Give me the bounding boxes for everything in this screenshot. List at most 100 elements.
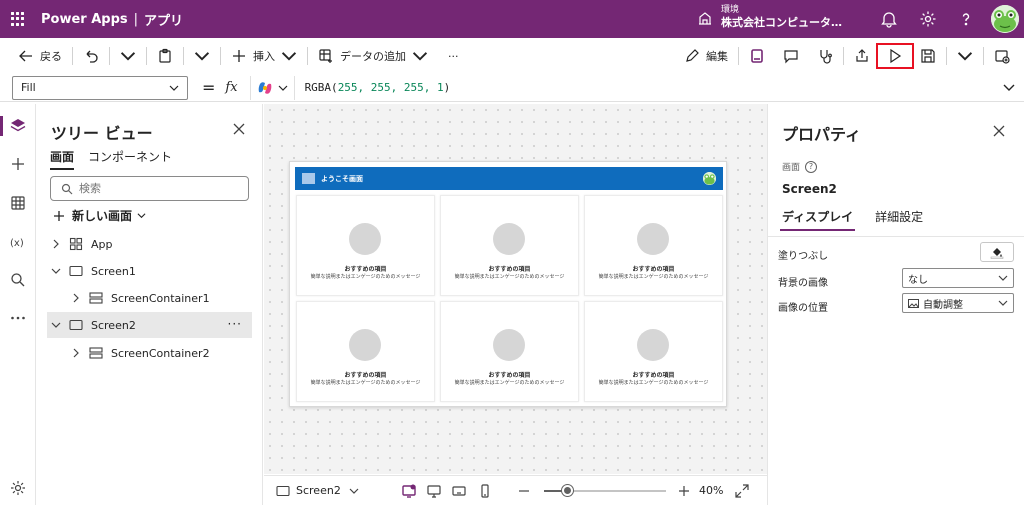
- chevron-down-icon: [349, 488, 359, 494]
- close-icon[interactable]: [233, 123, 245, 135]
- feature-card[interactable]: おすすめの項目 簡単な説明またはエンゲージのためのメッセージ: [584, 195, 723, 296]
- environment-picker[interactable]: 環境 株式会社コンピュータ…: [697, 5, 842, 30]
- undo-dropdown[interactable]: [114, 42, 142, 70]
- notification-bell-icon[interactable]: [880, 10, 898, 28]
- gear-icon[interactable]: [9, 479, 27, 497]
- layers-icon[interactable]: [9, 117, 27, 135]
- new-screen-label: 新しい画面: [72, 209, 133, 223]
- add-data-button[interactable]: データの追加: [312, 42, 434, 70]
- user-avatar[interactable]: [991, 5, 1019, 33]
- zoom-slider-handle[interactable]: [562, 485, 573, 496]
- app-checker-button[interactable]: [743, 42, 771, 70]
- chevron-down-icon: [998, 275, 1008, 281]
- plus-icon[interactable]: [9, 155, 27, 173]
- paint-bucket-icon: [990, 248, 1004, 259]
- card-subtitle: 簡単な説明またはエンゲージのためのメッセージ: [310, 274, 421, 280]
- preview-play-button[interactable]: [876, 43, 914, 69]
- more-commands-button[interactable]: ···: [442, 42, 465, 70]
- comment-icon: [784, 50, 798, 64]
- feature-card[interactable]: おすすめの項目 簡単な説明またはエンゲージのためのメッセージ: [440, 195, 579, 296]
- paste-button[interactable]: [151, 42, 179, 70]
- image-placeholder-icon: [302, 173, 315, 184]
- copilot-button[interactable]: [249, 75, 295, 100]
- chevron-down-icon[interactable]: [51, 266, 61, 276]
- tree-node-screencontainer2[interactable]: ScreenContainer2: [71, 340, 251, 366]
- more-icon[interactable]: [9, 309, 27, 327]
- save-button[interactable]: [914, 42, 942, 70]
- zoom-in-icon[interactable]: [676, 483, 692, 499]
- node-more-button[interactable]: ···: [228, 317, 242, 331]
- share-button[interactable]: [848, 42, 876, 70]
- close-icon[interactable]: [993, 125, 1005, 137]
- insert-button[interactable]: 挿入: [225, 42, 303, 70]
- chevron-down-icon[interactable]: [51, 320, 61, 330]
- back-button[interactable]: 戻る: [12, 42, 68, 70]
- health-check-button[interactable]: [811, 42, 839, 70]
- image-position-label: 画像の位置: [778, 303, 828, 314]
- tab-components[interactable]: コンポーネント: [88, 148, 172, 170]
- paste-dropdown[interactable]: [188, 42, 216, 70]
- tree-node-screen1[interactable]: Screen1: [51, 258, 251, 284]
- feature-card[interactable]: おすすめの項目 簡単な説明またはエンゲージのためのメッセージ: [440, 301, 579, 402]
- stethoscope-icon: [820, 50, 832, 64]
- design-canvas[interactable]: ようこそ画面 おすすめの項目 簡単な説明またはエンゲージのためのメッセージ おす…: [264, 104, 767, 474]
- tree-tabs: 画面 コンポーネント: [50, 148, 186, 170]
- card-subtitle: 簡単な説明またはエンゲージのためのメッセージ: [598, 380, 709, 386]
- undo-button[interactable]: [77, 42, 105, 70]
- tree-node-screencontainer1[interactable]: ScreenContainer1: [71, 285, 251, 311]
- publish-button[interactable]: [988, 42, 1016, 70]
- feature-card[interactable]: おすすめの項目 簡単な説明またはエンゲージのためのメッセージ: [584, 301, 723, 402]
- app-title[interactable]: アプリ: [144, 10, 183, 29]
- feature-card[interactable]: おすすめの項目 簡単な説明またはエンゲージのためのメッセージ: [296, 301, 435, 402]
- property-dropdown[interactable]: Fill: [12, 75, 188, 100]
- tab-advanced[interactable]: 詳細設定: [873, 208, 925, 231]
- app-launcher-icon[interactable]: [11, 12, 25, 26]
- desktop-icon[interactable]: [426, 483, 442, 499]
- screen-selector-label: Screen2: [296, 484, 341, 497]
- data-table-icon[interactable]: [9, 194, 27, 212]
- formula-input[interactable]: RGBA(255, 255, 255, 1): [305, 81, 451, 94]
- tab-display[interactable]: ディスプレイ: [780, 208, 856, 231]
- chevron-right-icon[interactable]: [51, 239, 61, 249]
- screen-selector[interactable]: Screen2: [276, 484, 359, 498]
- tab-screens[interactable]: 画面: [50, 148, 75, 170]
- chevron-right-icon[interactable]: [71, 293, 81, 303]
- chevron-right-icon[interactable]: [71, 348, 81, 358]
- container-icon: [89, 347, 103, 359]
- tree-node-screen2[interactable]: Screen2 ···: [47, 312, 252, 338]
- properties-pane: プロパティ 画面 ? Screen2 ディスプレイ 詳細設定 塗りつぶし 背景の…: [767, 104, 1024, 505]
- environment-value: 株式会社コンピュータ…: [721, 16, 842, 29]
- phone-icon[interactable]: [477, 483, 493, 499]
- tablet-icon[interactable]: [451, 483, 467, 499]
- screen-preview[interactable]: ようこそ画面 おすすめの項目 簡単な説明またはエンゲージのためのメッセージ おす…: [289, 161, 727, 407]
- chevron-down-icon: [998, 300, 1008, 306]
- tree-node-app[interactable]: App: [51, 231, 251, 257]
- frog-avatar-icon: [991, 5, 1019, 33]
- screen-header-bar[interactable]: ようこそ画面: [295, 167, 723, 190]
- comments-button[interactable]: [777, 42, 805, 70]
- help-icon[interactable]: [957, 10, 975, 28]
- new-screen-button[interactable]: 新しい画面: [53, 207, 146, 224]
- divider: [146, 47, 147, 65]
- device-mode-icon[interactable]: [401, 483, 417, 499]
- feature-card[interactable]: おすすめの項目 簡単な説明またはエンゲージのためのメッセージ: [296, 195, 435, 296]
- card-title: おすすめの項目: [632, 266, 675, 273]
- gear-icon[interactable]: [919, 10, 937, 28]
- save-dropdown[interactable]: [951, 42, 979, 70]
- image-position-dropdown[interactable]: 自動調整: [902, 293, 1014, 313]
- product-name[interactable]: Power Apps: [41, 12, 128, 27]
- clipboard-icon: [159, 48, 171, 63]
- tree-search-box[interactable]: [50, 176, 249, 201]
- search-icon[interactable]: [9, 271, 27, 289]
- expand-formula-chevron-icon[interactable]: [1002, 80, 1016, 94]
- zoom-out-icon[interactable]: [516, 483, 532, 499]
- chevron-down-icon: [412, 52, 428, 61]
- edit-button[interactable]: 編集: [678, 42, 734, 70]
- tree-search-input[interactable]: [79, 182, 229, 195]
- background-image-dropdown[interactable]: なし: [902, 268, 1014, 288]
- fit-to-window-icon[interactable]: [734, 483, 750, 499]
- help-circle-icon[interactable]: ?: [805, 160, 818, 173]
- screen-header-title: ようこそ画面: [321, 174, 363, 183]
- fill-color-picker[interactable]: [980, 242, 1014, 262]
- variables-icon[interactable]: (x): [9, 233, 27, 251]
